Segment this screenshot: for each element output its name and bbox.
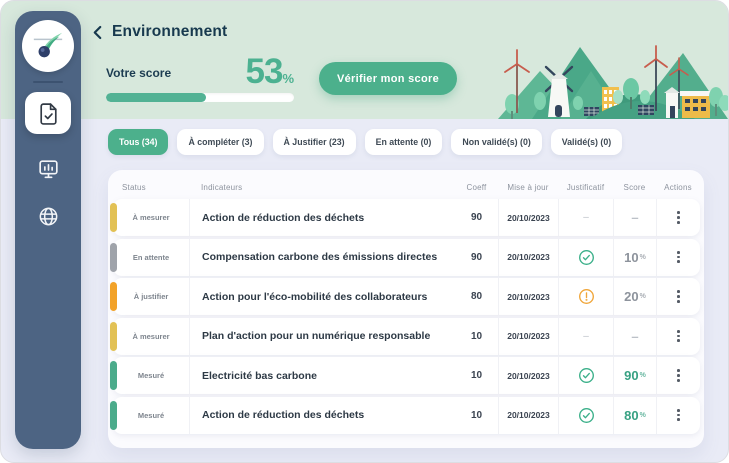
indicators-panel: Status Indicateurs Coeff Mise à jour Justifi… xyxy=(108,170,704,448)
indicator-label: Compensation carbone des émissions direc… xyxy=(189,238,455,276)
status-badge: À mesurer xyxy=(132,331,170,341)
sidebar-item-web[interactable] xyxy=(37,205,60,228)
monitor-chart-icon xyxy=(38,160,58,179)
indicator-label: Action de réduction des déchets xyxy=(189,396,455,434)
indicator-label: Action pour l'éco-mobilité des collabora… xyxy=(189,278,455,315)
updated-date: 20/10/2023 xyxy=(498,317,558,355)
score-cell: 90% xyxy=(613,357,656,394)
sidebar-item-dashboard[interactable] xyxy=(36,157,61,182)
sidebar xyxy=(15,11,81,449)
column-header-coeff: Coeff xyxy=(466,182,487,192)
status-color-bar xyxy=(110,400,117,430)
table-row[interactable]: Mesuré Electricité bas carbone 10 20/10/… xyxy=(110,357,700,394)
tab-valid-s-0[interactable]: Validé(s) (0) xyxy=(550,129,623,155)
comet-logo-icon xyxy=(33,32,63,58)
score-label: Votre score xyxy=(106,66,172,81)
landscape-illustration xyxy=(498,45,728,119)
kebab-menu-icon[interactable] xyxy=(671,245,686,269)
indicator-label: Electricité bas carbone xyxy=(189,357,455,394)
app-window: Environnement Votre score 53% Vérifier m… xyxy=(0,0,729,463)
justificatif-status: – xyxy=(558,317,613,355)
globe-icon xyxy=(39,207,57,226)
updated-date: 20/10/2023 xyxy=(498,238,558,276)
justificatif-status xyxy=(558,396,613,434)
check-circle-icon xyxy=(578,407,594,423)
status-badge: À justifier xyxy=(133,292,169,301)
chevron-left-icon xyxy=(93,25,102,39)
score-block: Votre score 53% xyxy=(106,52,295,103)
coeff-value: 10 xyxy=(470,370,483,381)
column-header-mise-jour: Mise à jour xyxy=(507,182,549,192)
tab-compl-ter-3[interactable]: À compléter (3) xyxy=(177,129,264,155)
coeff-value: 10 xyxy=(470,409,483,421)
column-header-status: Status xyxy=(122,182,146,192)
column-header-justificatif: Justificatif xyxy=(566,182,605,192)
warning-circle-icon xyxy=(578,289,594,304)
status-badge: En attente xyxy=(132,252,170,262)
justificatif-status: – xyxy=(558,199,613,236)
kebab-menu-icon[interactable] xyxy=(671,324,686,348)
tab-justifier-23[interactable]: À Justifier (23) xyxy=(272,129,356,155)
score-value: 53% xyxy=(245,52,295,91)
tab-en-attente-0[interactable]: En attente (0) xyxy=(364,129,443,155)
status-badge: À mesurer xyxy=(132,213,170,222)
table-row[interactable]: Mesuré Action de réduction des déchets 1… xyxy=(110,396,700,434)
updated-date: 20/10/2023 xyxy=(498,199,558,236)
filter-tabs: Tous (34) À compléter (3) À Justifier (23)… xyxy=(108,129,623,155)
score-progress-fill xyxy=(106,93,206,103)
status-color-bar xyxy=(110,361,117,390)
table-row[interactable]: En attente Compensation carbone des émis… xyxy=(110,238,700,276)
column-header-indicateurs: Indicateurs xyxy=(201,182,243,192)
score-progress-bar xyxy=(106,93,294,103)
tab-tous-34[interactable]: Tous (34) xyxy=(108,129,169,155)
status-color-bar xyxy=(110,282,117,311)
score-cell: 20% xyxy=(613,278,656,315)
coeff-value: 90 xyxy=(470,251,483,263)
indicator-label: Action de réduction des déchets xyxy=(189,199,455,236)
score-cell: 80% xyxy=(613,396,656,434)
kebab-menu-icon[interactable] xyxy=(671,205,686,229)
app-logo[interactable] xyxy=(22,20,74,72)
coeff-value: 10 xyxy=(470,330,483,342)
check-circle-icon xyxy=(578,368,594,383)
tab-non-valid-s-0[interactable]: Non validé(s) (0) xyxy=(451,129,542,155)
sidebar-divider xyxy=(33,81,63,83)
score-cell: 10% xyxy=(613,238,656,276)
status-color-bar xyxy=(110,242,117,272)
page-title: Environnement xyxy=(112,23,228,40)
indicator-label: Plan d'action pour un numérique responsa… xyxy=(189,317,455,355)
coeff-value: 90 xyxy=(470,212,483,223)
justificatif-status xyxy=(558,357,613,394)
back-button[interactable] xyxy=(92,25,103,40)
sidebar-item-documents[interactable] xyxy=(25,92,71,134)
status-badge: Mesuré xyxy=(137,410,165,420)
status-color-bar xyxy=(110,203,117,232)
table-row[interactable]: À justifier Action pour l'éco-mobilité d… xyxy=(110,278,700,315)
table-rows: À mesurer Action de réduction des déchet… xyxy=(110,199,700,434)
table-row[interactable]: À mesurer Action de réduction des déchet… xyxy=(110,199,700,236)
updated-date: 20/10/2023 xyxy=(498,396,558,434)
kebab-menu-icon[interactable] xyxy=(671,403,686,427)
verify-score-button[interactable]: Vérifier mon score xyxy=(319,62,457,95)
status-color-bar xyxy=(110,321,117,351)
coeff-value: 80 xyxy=(470,291,483,302)
table-header: Status Indicateurs Coeff Mise à jour Justifi… xyxy=(113,178,700,196)
kebab-menu-icon[interactable] xyxy=(671,284,686,308)
status-badge: Mesuré xyxy=(137,371,165,380)
column-header-score: Score xyxy=(623,182,646,192)
score-cell: – xyxy=(613,199,656,236)
column-header-actions: Actions xyxy=(664,182,692,192)
justificatif-status xyxy=(558,278,613,315)
updated-date: 20/10/2023 xyxy=(498,357,558,394)
score-cell: – xyxy=(613,317,656,355)
kebab-menu-icon[interactable] xyxy=(671,363,686,387)
justificatif-status xyxy=(558,238,613,276)
check-circle-icon xyxy=(578,249,594,265)
table-row[interactable]: À mesurer Plan d'action pour un numériqu… xyxy=(110,317,700,355)
updated-date: 20/10/2023 xyxy=(498,278,558,315)
document-check-icon xyxy=(39,102,57,125)
